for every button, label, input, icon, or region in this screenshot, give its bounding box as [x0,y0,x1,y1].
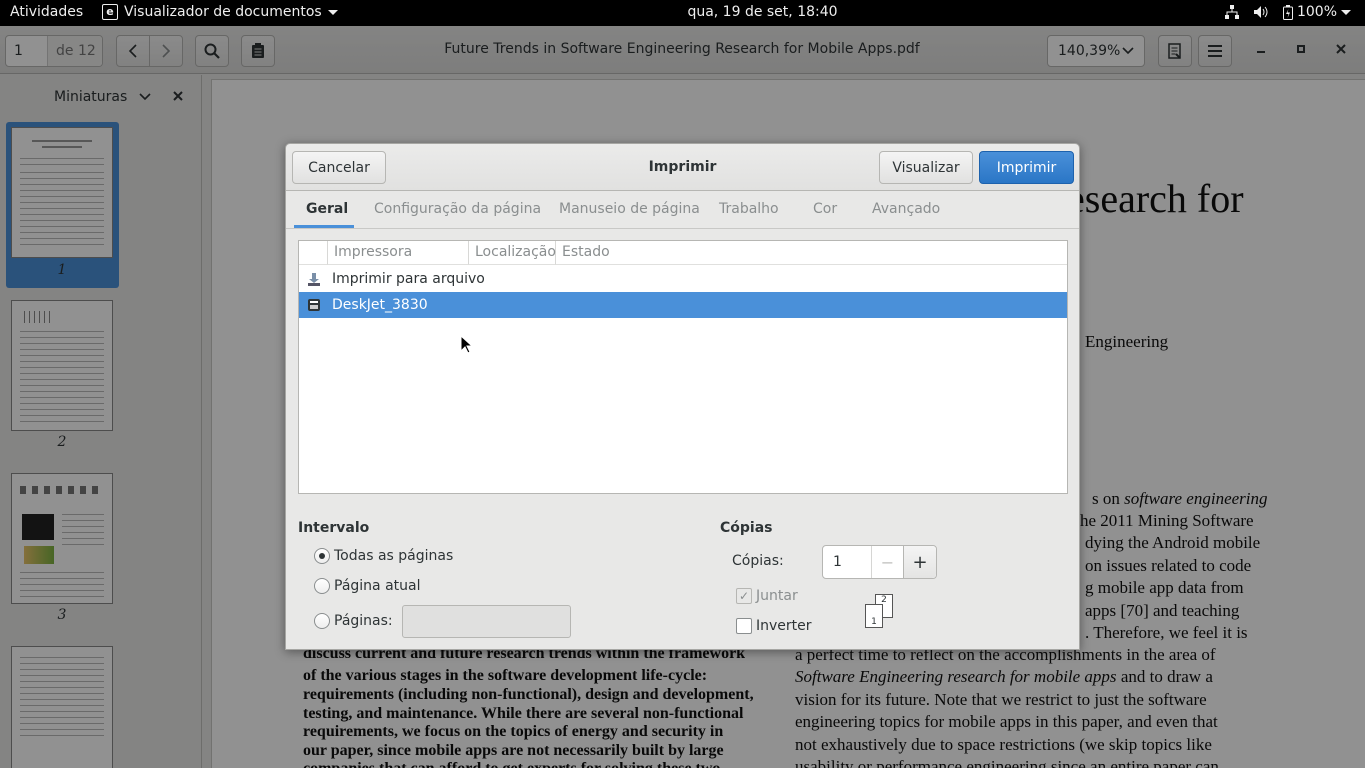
tab-avancado[interactable]: Avançado [872,201,940,217]
chevron-down-icon [1341,9,1351,15]
printer-row-selected[interactable]: DeskJet_3830 [299,292,1067,318]
clock[interactable]: qua, 19 de set, 18:40 [0,4,1365,20]
printer-name: Imprimir para arquivo [332,271,485,287]
dialog-header: Cancelar Imprimir Visualizar Imprimir [286,144,1079,191]
tab-cor[interactable]: Cor [813,201,837,217]
minus-icon: − [880,552,895,572]
column-header-printer[interactable]: Impressora [328,241,469,265]
dialog-tabs: Geral Configuração da página Manuseio de… [286,191,1079,229]
radio-all-pages[interactable] [314,548,330,564]
tab-geral[interactable]: Geral [306,201,348,217]
collate-checkbox[interactable]: ✓ [736,588,752,604]
print-button[interactable]: Imprimir [979,151,1074,184]
collate-label: Juntar [756,588,798,604]
file-printer-icon [308,273,320,286]
battery-percent: 100% [1296,4,1337,20]
network-icon [1224,5,1239,19]
radio-pages[interactable] [314,613,330,629]
printer-row[interactable]: Imprimir para arquivo [299,266,1067,292]
copies-section-label: Cópias [720,520,773,536]
mouse-cursor-icon [460,335,472,354]
checkmark-icon: ✓ [738,589,750,603]
radio-current-page[interactable] [314,578,330,594]
volume-icon [1253,6,1268,18]
printer-icon [308,299,320,311]
copies-label: Cópias: [732,553,784,569]
printer-name: DeskJet_3830 [332,297,428,313]
print-dialog: Cancelar Imprimir Visualizar Imprimir Ge… [285,143,1080,650]
pages-range-input[interactable] [402,605,571,638]
battery-icon [1282,4,1293,20]
copies-stepper[interactable]: 1 − + [822,545,937,579]
tab-manuseio-pagina[interactable]: Manuseio de página [559,201,700,217]
column-header-icon [299,241,328,265]
plus-icon: + [912,551,928,573]
collate-page: 1 [865,604,883,628]
printer-list[interactable]: Impressora Localização Estado Imprimir p… [298,240,1068,494]
copies-value[interactable]: 1 [823,546,871,578]
range-section-label: Intervalo [298,520,370,536]
column-header-location[interactable]: Localização [469,241,556,265]
radio-pages-label[interactable]: Páginas: [334,613,393,629]
column-header-status[interactable]: Estado [556,241,1067,265]
top-bar: Atividades e Visualizador de documentos … [0,0,1365,26]
decrement-button[interactable]: − [871,546,903,578]
reverse-checkbox[interactable] [736,618,752,634]
preview-button[interactable]: Visualizar [879,151,973,184]
increment-button[interactable]: + [903,546,936,578]
tab-configuracao-pagina[interactable]: Configuração da página [374,201,541,217]
reverse-label: Inverter [756,618,812,634]
system-tray[interactable]: 100% [1224,4,1351,20]
active-tab-indicator [294,225,354,228]
tab-trabalho[interactable]: Trabalho [719,201,779,217]
radio-current-page-label[interactable]: Página atual [334,578,420,594]
radio-all-pages-label[interactable]: Todas as páginas [334,548,453,564]
collate-preview-icon: 2 1 [864,594,896,630]
